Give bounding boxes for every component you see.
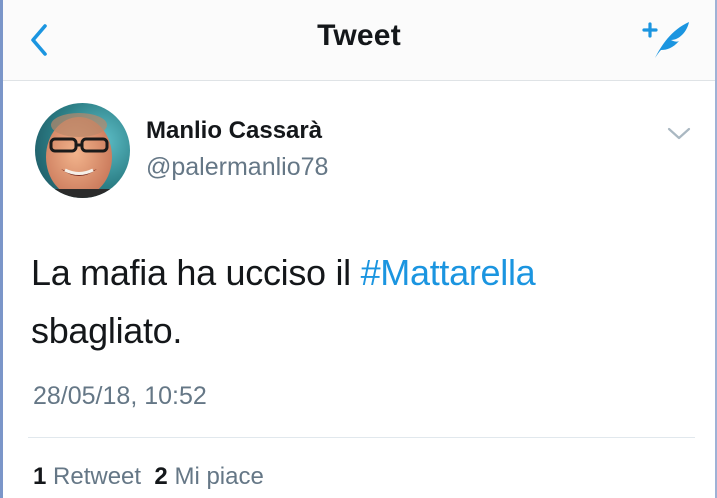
divider [28, 437, 695, 438]
compose-tweet-button[interactable] [639, 14, 693, 64]
chevron-down-icon [667, 127, 691, 140]
retweets-stat[interactable]: 1 Retweet [33, 463, 141, 490]
tweet-text: La mafia ha ucciso il #Mattarella sbagli… [31, 244, 671, 360]
author-display-name[interactable]: Manlio Cassarà [146, 117, 322, 145]
likes-count: 2 [154, 463, 168, 490]
avatar[interactable] [35, 103, 130, 198]
tweet-text-end: sbagliato. [31, 310, 183, 351]
likes-label: Mi piace [174, 463, 264, 490]
top-nav-bar: Tweet [3, 0, 715, 81]
tweet-text-start: La mafia ha ucciso il [31, 252, 361, 293]
retweets-label: Retweet [53, 463, 142, 490]
author-handle[interactable]: @palermanlio78 [146, 153, 328, 182]
compose-tweet-icon [642, 22, 689, 58]
retweets-count: 1 [33, 463, 47, 490]
tweet-stats: 1 Retweet 2 Mi piace [33, 463, 264, 491]
hashtag-link[interactable]: #Mattarella [361, 252, 536, 293]
tweet-menu-button[interactable] [664, 122, 694, 146]
tweet-detail-screen: Tweet Manlio Cassarà @palermanlio78 La m… [0, 0, 717, 498]
avatar-photo [35, 103, 130, 198]
page-title: Tweet [317, 19, 401, 52]
tweet-timestamp: 28/05/18, 10:52 [33, 382, 207, 410]
likes-stat[interactable]: 2 Mi piace [154, 463, 263, 490]
